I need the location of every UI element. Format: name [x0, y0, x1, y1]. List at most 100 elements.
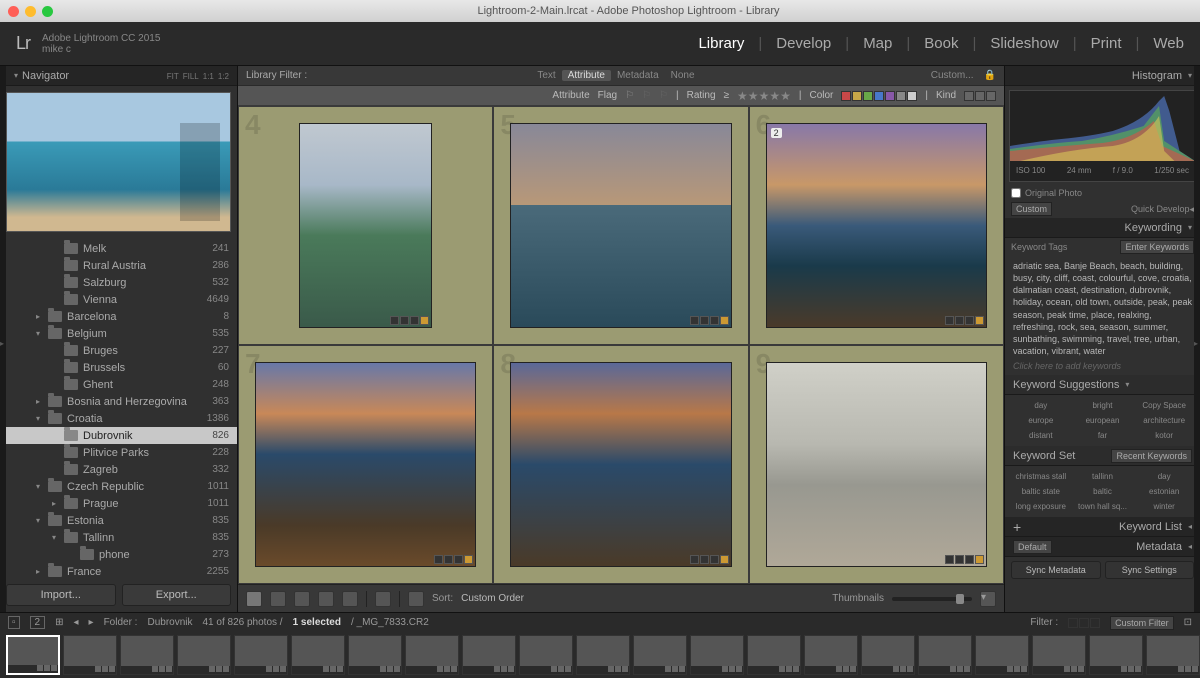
sort-dropdown[interactable]: Custom Order	[461, 593, 524, 604]
right-panel-toggle[interactable]	[1194, 66, 1200, 612]
grid-view-icon[interactable]	[246, 591, 262, 607]
module-slideshow[interactable]: Slideshow	[990, 35, 1058, 52]
disclosure-triangle-icon[interactable]: ◂	[1188, 522, 1192, 531]
filmstrip-thumbnail[interactable]	[462, 635, 516, 675]
disclosure-arrow-icon[interactable]: ▾	[36, 329, 48, 338]
grid-cell[interactable]: 7	[238, 345, 493, 584]
folder-row[interactable]: Vienna4649	[0, 291, 237, 308]
folder-row[interactable]: ▸Barcelona8	[0, 308, 237, 325]
original-photo-checkbox[interactable]	[1011, 188, 1021, 198]
folder-row[interactable]: ▸France2255	[0, 563, 237, 578]
flag-pick-icon[interactable]: ⚐	[625, 90, 634, 101]
left-panel-toggle[interactable]	[0, 66, 6, 612]
thumb-badge-icon[interactable]	[720, 316, 729, 325]
painter-icon[interactable]	[375, 591, 391, 607]
folder-row[interactable]: Rural Austria286	[0, 257, 237, 274]
thumb-badge-icon[interactable]	[710, 555, 719, 564]
disclosure-triangle-icon[interactable]: ▾	[1188, 223, 1192, 232]
thumbnail-grid[interactable]: 4562789	[238, 106, 1004, 584]
module-develop[interactable]: Develop	[776, 35, 831, 52]
keyword-suggestion[interactable]: baltic state	[1011, 485, 1071, 498]
filmstrip-thumbnail[interactable]	[576, 635, 630, 675]
keyword-suggestion[interactable]: kotor	[1134, 429, 1194, 442]
thumb-badge-icon[interactable]	[454, 555, 463, 564]
module-book[interactable]: Book	[924, 35, 958, 52]
filmstrip-thumbnail[interactable]	[63, 635, 117, 675]
lock-icon[interactable]: 🔒	[984, 70, 996, 81]
filmstrip-thumbnail[interactable]	[1032, 635, 1086, 675]
flag-filter-icon[interactable]	[1079, 618, 1089, 628]
grid-cell[interactable]: 62	[749, 106, 1004, 345]
grid-cell[interactable]: 5	[493, 106, 748, 345]
folder-row[interactable]: Dubrovnik826	[0, 427, 237, 444]
nav-mode-fill[interactable]: FILL	[183, 72, 199, 81]
zoom-window-button[interactable]	[42, 6, 53, 17]
keyword-set-dropdown[interactable]: Recent Keywords	[1111, 449, 1192, 463]
folder-row[interactable]: ▸Prague1011	[0, 495, 237, 512]
color-swatch[interactable]	[896, 91, 906, 101]
folder-row[interactable]: ▾Estonia835	[0, 512, 237, 529]
sort-direction-icon[interactable]	[408, 591, 424, 607]
histogram-preset-dropdown[interactable]: Custom	[1011, 202, 1052, 216]
module-print[interactable]: Print	[1091, 35, 1122, 52]
kind-master-icon[interactable]	[964, 91, 974, 101]
filter-preset-dropdown[interactable]: Custom...	[925, 70, 980, 81]
filmstrip-thumbnail[interactable]	[6, 635, 60, 675]
thumb-badge-icon[interactable]	[700, 555, 709, 564]
thumbnail[interactable]	[255, 362, 476, 567]
filmstrip-filter-dropdown[interactable]: Custom Filter	[1110, 616, 1174, 630]
disclosure-triangle-icon[interactable]: ◂	[1188, 542, 1192, 551]
filmstrip-thumbnail[interactable]	[747, 635, 801, 675]
survey-view-icon[interactable]	[318, 591, 334, 607]
keyword-suggestion[interactable]: estonian	[1134, 485, 1194, 498]
metadata-preset-dropdown[interactable]: Default	[1013, 540, 1052, 554]
grid-cell[interactable]: 8	[493, 345, 748, 584]
nav-mode-fit[interactable]: FIT	[167, 72, 179, 81]
thumb-badge-icon[interactable]	[420, 316, 429, 325]
keyword-mode-dropdown[interactable]: Enter Keywords	[1120, 240, 1194, 254]
filmstrip-thumbnail[interactable]	[120, 635, 174, 675]
filmstrip-thumbnail[interactable]	[348, 635, 402, 675]
thumb-badge-icon[interactable]	[410, 316, 419, 325]
keyword-suggestion[interactable]: town hall sq...	[1073, 500, 1133, 513]
thumb-badge-icon[interactable]	[945, 316, 954, 325]
histogram-display[interactable]: ISO 100 24 mm f / 9.0 1/250 sec	[1009, 90, 1196, 182]
thumb-badge-icon[interactable]	[444, 555, 453, 564]
folder-row[interactable]: phone273	[0, 546, 237, 563]
keyword-suggestion[interactable]: tallinn	[1073, 470, 1133, 483]
people-view-icon[interactable]	[342, 591, 358, 607]
close-window-button[interactable]	[8, 6, 19, 17]
disclosure-triangle-icon[interactable]: ▾	[14, 71, 18, 80]
export-button[interactable]: Export...	[122, 584, 232, 606]
flag-unflag-icon[interactable]: ⚐	[642, 90, 651, 101]
thumb-badge-icon[interactable]	[464, 555, 473, 564]
breadcrumb-folder[interactable]: Dubrovnik	[147, 617, 192, 628]
navigator-preview[interactable]	[6, 92, 231, 232]
keyword-suggestion[interactable]: european	[1073, 414, 1133, 427]
next-icon[interactable]: ▸	[89, 617, 94, 628]
filmstrip-thumbnail[interactable]	[405, 635, 459, 675]
keyword-suggestion[interactable]: architecture	[1134, 414, 1194, 427]
thumbnail[interactable]	[299, 123, 432, 328]
filmstrip-thumbnail[interactable]	[291, 635, 345, 675]
folder-row[interactable]: Melk241	[0, 240, 237, 257]
flag-reject-icon[interactable]: ⚐	[659, 90, 668, 101]
folder-row[interactable]: Salzburg532	[0, 274, 237, 291]
loupe-view-icon[interactable]	[270, 591, 286, 607]
stack-badge[interactable]: 2	[771, 128, 782, 138]
import-button[interactable]: Import...	[6, 584, 116, 606]
thumb-badge-icon[interactable]	[690, 555, 699, 564]
navigator-header[interactable]: ▾ Navigator FITFILL1:11:2	[0, 66, 237, 86]
sync-settings-button[interactable]: Sync Settings	[1105, 561, 1195, 579]
keyword-suggestion[interactable]: far	[1073, 429, 1133, 442]
module-web[interactable]: Web	[1153, 35, 1184, 52]
color-swatch[interactable]	[852, 91, 862, 101]
keyword-list-text[interactable]: adriatic sea, Banje Beach, beach, buildi…	[1013, 260, 1192, 357]
thumbnail-size-slider[interactable]	[892, 597, 972, 601]
disclosure-arrow-icon[interactable]: ▾	[36, 482, 48, 491]
toolbar-menu-icon[interactable]: ▾	[980, 591, 996, 607]
filter-lock-icon[interactable]: ⊡	[1184, 617, 1192, 628]
filmstrip-thumbnail[interactable]	[918, 635, 972, 675]
disclosure-arrow-icon[interactable]: ▸	[52, 499, 64, 508]
thumb-badge-icon[interactable]	[945, 555, 954, 564]
